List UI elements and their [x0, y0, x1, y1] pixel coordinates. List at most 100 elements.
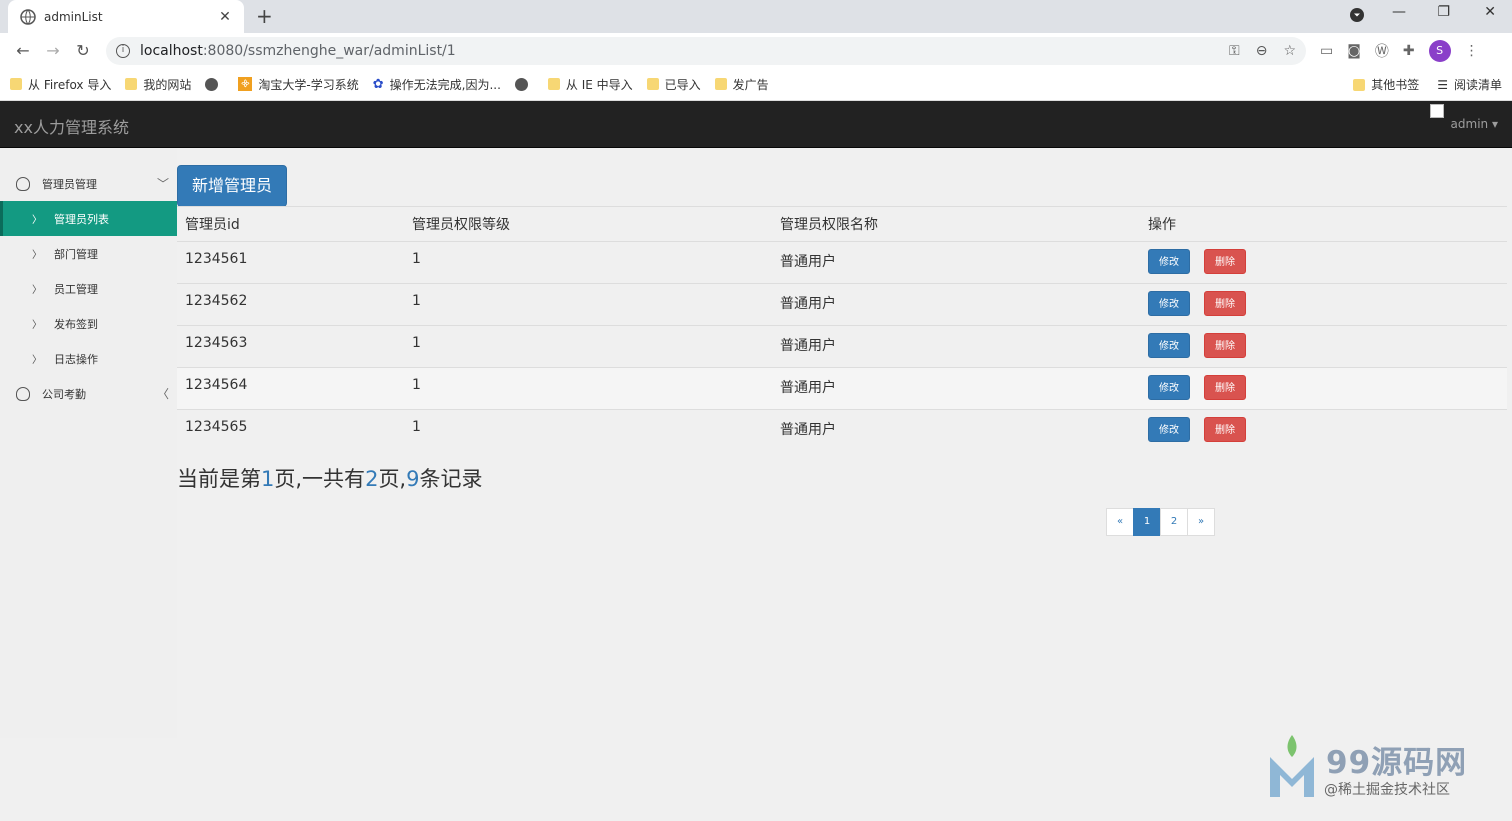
- cell-name: 普通用户: [772, 283, 1140, 326]
- folder-icon: [646, 78, 659, 90]
- cell-actions: 修改 删除: [1140, 409, 1507, 452]
- url-bar[interactable]: i localhost:8080/ssmzhenghe_war/adminLis…: [106, 36, 1306, 65]
- brand-title[interactable]: xx人力管理系统: [14, 114, 129, 138]
- sidebar-item-admin-list[interactable]: 〉 管理员列表: [0, 201, 177, 236]
- bookmark-item[interactable]: 发广告: [714, 76, 769, 93]
- rss-icon: ᯽: [238, 77, 253, 91]
- cell-id: 1234562: [177, 283, 404, 326]
- bookmark-item[interactable]: 我的网站: [125, 76, 191, 93]
- bookmark-item[interactable]: [205, 77, 224, 91]
- sidebar-item-signin[interactable]: 〉 发布签到: [0, 306, 177, 341]
- tab-close-icon[interactable]: ✕: [218, 9, 232, 25]
- cell-name: 普通用户: [772, 409, 1140, 452]
- user-dropdown[interactable]: admin ▾: [1451, 117, 1498, 131]
- delete-button[interactable]: 删除: [1204, 291, 1246, 316]
- edit-button[interactable]: 修改: [1148, 417, 1190, 442]
- w-extension-icon[interactable]: Ⓦ: [1375, 41, 1389, 61]
- bookmark-label: 其他书签: [1371, 78, 1420, 92]
- edit-button[interactable]: 修改: [1148, 291, 1190, 316]
- sidebar-item-label: 发布签到: [54, 317, 98, 331]
- camera-icon[interactable]: ◙: [1347, 43, 1361, 59]
- puzzle-icon[interactable]: ✚: [1403, 43, 1415, 59]
- watermark-logo: [1270, 735, 1314, 797]
- browser-tabbar: adminList ✕ + — ❐ ✕: [0, 0, 1512, 33]
- caret-down-icon: ▾: [1491, 117, 1498, 131]
- chevron-right-icon: 〉: [32, 215, 42, 226]
- column-header: 管理员权限名称: [772, 206, 1140, 242]
- back-icon[interactable]: ←: [8, 41, 38, 60]
- browser-tab[interactable]: adminList ✕: [8, 0, 244, 33]
- delete-button[interactable]: 删除: [1204, 375, 1246, 400]
- menu-kebab-icon[interactable]: ⋮: [1465, 43, 1479, 59]
- folder-icon: [1353, 78, 1366, 91]
- edit-button[interactable]: 修改: [1148, 375, 1190, 400]
- delete-button[interactable]: 删除: [1204, 333, 1246, 358]
- other-bookmarks[interactable]: 其他书签: [1353, 76, 1419, 93]
- sidebar-group-label: 公司考勤: [42, 387, 86, 401]
- restore-icon[interactable]: ❐: [1437, 4, 1450, 20]
- sidebar-item-logs[interactable]: 〉 日志操作: [0, 341, 177, 376]
- chevron-right-icon: 〉: [32, 285, 42, 296]
- column-header: 管理员权限等级: [404, 206, 772, 242]
- cell-name: 普通用户: [772, 325, 1140, 368]
- forward-icon[interactable]: →: [38, 41, 68, 60]
- chevron-right-icon: 〉: [32, 320, 42, 331]
- minimize-icon[interactable]: —: [1392, 4, 1406, 20]
- edit-button[interactable]: 修改: [1148, 249, 1190, 274]
- pager-page-1[interactable]: 1: [1133, 508, 1161, 536]
- new-tab-icon[interactable]: +: [256, 4, 273, 28]
- cell-name: 普通用户: [772, 367, 1140, 410]
- reading-list-icon: ☰: [1437, 77, 1448, 92]
- bookmark-label: 发广告: [732, 77, 769, 92]
- pager-prev[interactable]: «: [1106, 508, 1134, 536]
- bookmark-item[interactable]: 从 Firefox 导入: [10, 76, 111, 93]
- cell-actions: 修改 删除: [1140, 325, 1507, 368]
- user-icon: [16, 176, 30, 191]
- star-icon[interactable]: ☆: [1283, 43, 1296, 59]
- watermark-subtitle: @稀土掘金技术社区: [1324, 782, 1450, 798]
- cell-level: 1: [404, 283, 772, 326]
- pager-page-2[interactable]: 2: [1160, 508, 1188, 536]
- bookmark-item[interactable]: 已导入: [646, 76, 701, 93]
- profile-avatar[interactable]: S: [1428, 39, 1451, 62]
- site-info-icon[interactable]: i: [116, 43, 130, 58]
- key-icon[interactable]: ⚿: [1229, 43, 1240, 59]
- edit-button[interactable]: 修改: [1148, 333, 1190, 358]
- zoom-icon[interactable]: ⊖: [1256, 43, 1268, 59]
- delete-button[interactable]: 删除: [1204, 417, 1246, 442]
- admin-table: 管理员id 管理员权限等级 管理员权限名称 操作 1234561 1 普通用户 …: [177, 206, 1507, 452]
- sidebar-item-departments[interactable]: 〉 部门管理: [0, 236, 177, 271]
- sidebar-item-employees[interactable]: 〉 员工管理: [0, 271, 177, 306]
- sidebar-group-admin[interactable]: 管理员管理 ﹀: [0, 166, 177, 201]
- cell-actions: 修改 删除: [1140, 367, 1507, 410]
- bookmark-item[interactable]: 从 IE 中导入: [547, 76, 633, 93]
- page-info-text: 条记录: [419, 467, 483, 491]
- reload-icon[interactable]: ↻: [68, 41, 98, 60]
- cell-level: 1: [404, 409, 772, 452]
- url-path: :8080/ssmzhenghe_war/adminList/1: [202, 42, 456, 59]
- bookmark-item[interactable]: [514, 77, 534, 91]
- bookmark-item[interactable]: ✿ 操作无法完成,因为...: [373, 76, 501, 93]
- sidebar-item-label: 管理员列表: [54, 212, 109, 226]
- bookmark-label: 操作无法完成,因为...: [389, 77, 501, 92]
- close-window-icon[interactable]: ✕: [1484, 4, 1496, 20]
- watermark-title: 99源码网: [1326, 745, 1468, 781]
- delete-button[interactable]: 删除: [1204, 249, 1246, 274]
- sidebar-group-attendance[interactable]: 公司考勤 〈: [0, 376, 177, 411]
- chevron-right-icon: 〉: [32, 355, 42, 366]
- app-navbar: xx人力管理系统 admin ▾: [0, 101, 1512, 148]
- paw-icon: ✿: [372, 76, 384, 92]
- pager-next[interactable]: »: [1187, 508, 1215, 536]
- cell-level: 1: [404, 325, 772, 368]
- folder-icon: [547, 78, 560, 90]
- reading-list[interactable]: ☰ 阅读清单: [1437, 76, 1502, 93]
- bookmark-label: 已导入: [664, 77, 701, 92]
- pagination: « 1 2 »: [1106, 508, 1215, 536]
- cast-icon[interactable]: ▭: [1320, 43, 1333, 59]
- add-admin-button[interactable]: 新增管理员: [177, 165, 287, 207]
- bookmark-item[interactable]: ᯽ 淘宝大学-学习系统: [238, 76, 359, 93]
- bookmark-label: 淘宝大学-学习系统: [258, 77, 359, 92]
- cell-level: 1: [404, 241, 772, 284]
- profile-dropdown-icon[interactable]: [1350, 8, 1364, 26]
- watermark: 99源码网 @稀土掘金技术社区: [1268, 735, 1498, 805]
